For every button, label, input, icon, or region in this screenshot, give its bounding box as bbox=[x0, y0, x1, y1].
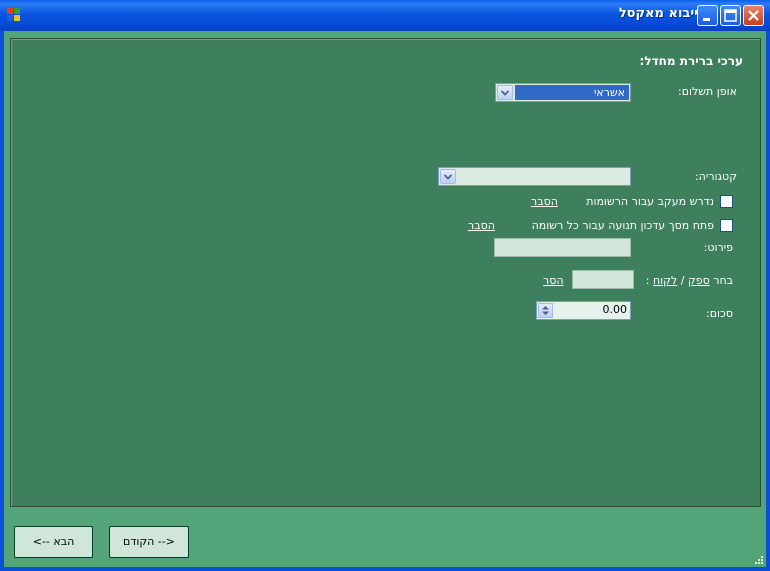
payment-combo[interactable]: אשראי bbox=[495, 83, 631, 102]
choose-value-input[interactable] bbox=[572, 270, 634, 289]
update-screen-label: פתח מסך עדכון תנועה עבור כל רשומה bbox=[531, 219, 714, 232]
amount-stepper[interactable]: 0.00 bbox=[536, 301, 631, 320]
payment-dropdown-button[interactable] bbox=[497, 85, 513, 100]
client-area: ערכי ברירת מחדל: אופן תשלום: אשראי קטגור… bbox=[4, 31, 766, 567]
choose-row: בחר ספק / לקוח : bbox=[646, 274, 733, 287]
maximize-icon bbox=[724, 9, 737, 22]
app-icon bbox=[7, 8, 20, 21]
payment-label: אופן תשלום: bbox=[678, 85, 737, 98]
minimize-button[interactable] bbox=[697, 5, 718, 26]
category-selected bbox=[458, 169, 629, 184]
choose-prefix: בחר bbox=[713, 274, 733, 287]
close-button[interactable] bbox=[743, 5, 764, 26]
amount-label: סכום: bbox=[706, 307, 733, 320]
update-screen-explain-link[interactable]: הסבר bbox=[468, 219, 495, 232]
up-down-arrows-icon bbox=[542, 306, 549, 315]
previous-button[interactable]: <-- הקודם bbox=[109, 526, 189, 558]
details-label: פירוט: bbox=[703, 241, 733, 254]
maximize-button[interactable] bbox=[720, 5, 741, 26]
supplier-link[interactable]: ספק bbox=[688, 274, 710, 287]
update-screen-checkbox[interactable] bbox=[720, 219, 733, 232]
category-dropdown-button[interactable] bbox=[440, 169, 456, 184]
close-icon bbox=[748, 10, 759, 21]
tracking-checkbox[interactable] bbox=[720, 195, 733, 208]
app-window: ייבוא מאקסל ערכי ברירת מחדל: אופן תשלום:… bbox=[0, 0, 770, 571]
category-combo[interactable] bbox=[438, 167, 631, 186]
remove-link[interactable]: הסר bbox=[543, 274, 564, 287]
amount-value: 0.00 bbox=[602, 303, 628, 316]
chevron-down-icon bbox=[500, 90, 510, 96]
section-heading: ערכי ברירת מחדל: bbox=[639, 54, 743, 68]
next-button[interactable]: הבא --> bbox=[14, 526, 93, 558]
amount-spin-buttons[interactable] bbox=[538, 303, 553, 318]
resize-grip-icon[interactable] bbox=[754, 555, 764, 565]
chevron-down-icon bbox=[443, 174, 453, 180]
choose-slash: / bbox=[680, 274, 685, 287]
payment-selected: אשראי bbox=[515, 85, 629, 100]
category-label: קטגוריה: bbox=[694, 170, 737, 183]
details-input[interactable] bbox=[494, 238, 631, 257]
tracking-explain-link[interactable]: הסבר bbox=[531, 195, 558, 208]
title-bar[interactable]: ייבוא מאקסל bbox=[0, 0, 770, 31]
choose-colon: : bbox=[645, 274, 650, 287]
window-title: ייבוא מאקסל bbox=[618, 6, 698, 21]
tracking-label: נדרש מעקב עבור הרשומות bbox=[586, 195, 714, 208]
customer-link[interactable]: לקוח bbox=[653, 274, 677, 287]
minimize-icon bbox=[703, 18, 710, 21]
defaults-panel: ערכי ברירת מחדל: אופן תשלום: אשראי קטגור… bbox=[10, 38, 761, 507]
